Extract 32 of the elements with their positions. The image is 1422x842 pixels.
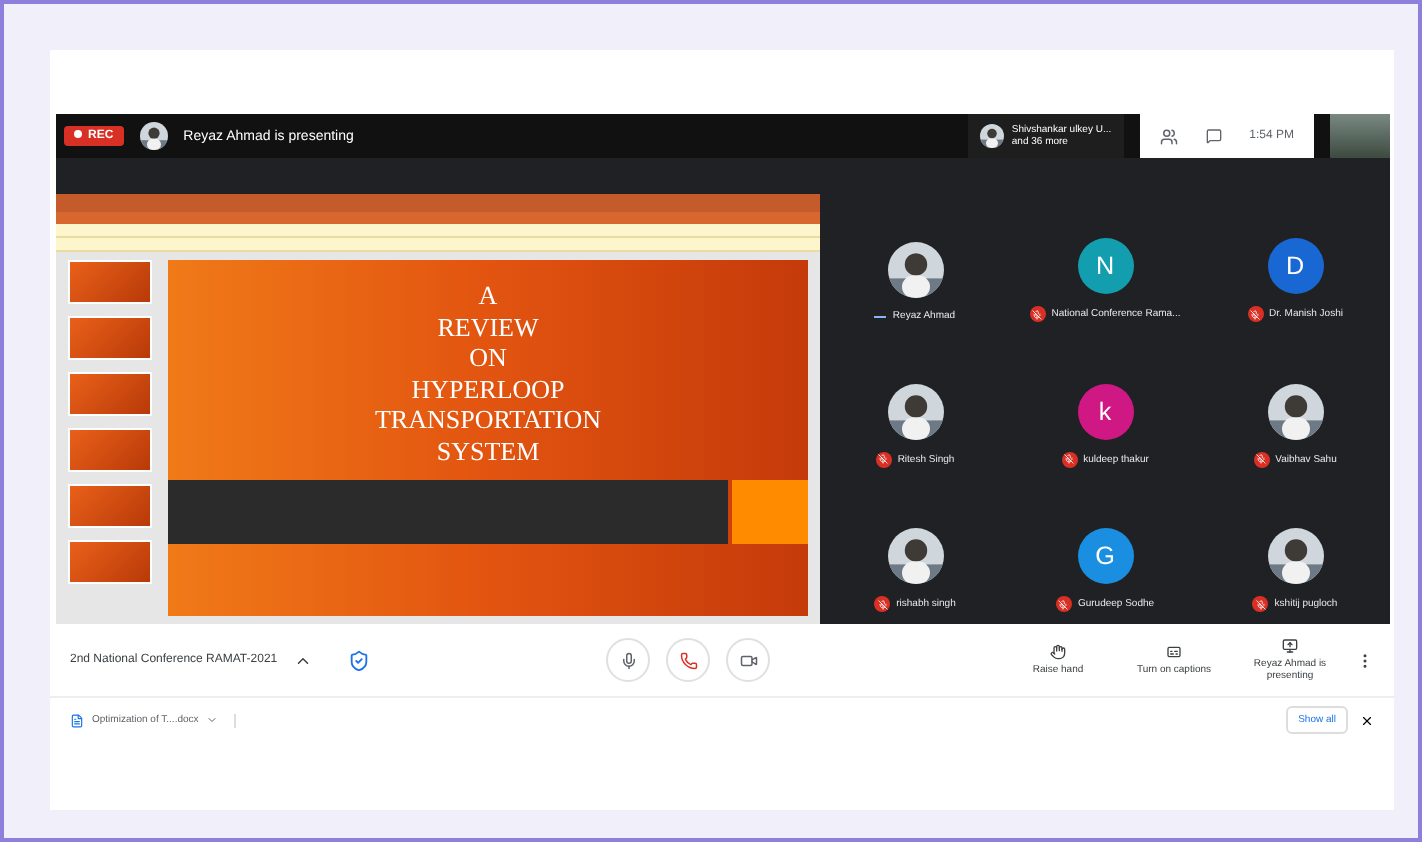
slide-thumbnail[interactable] [68,260,152,304]
document-icon [70,713,84,727]
avatar: k [1077,383,1133,440]
slide-title: TRANSPORTATION [374,404,602,436]
hang-up-button[interactable] [666,638,711,682]
close-icon[interactable] [1360,713,1374,727]
avatar: D [1267,238,1323,295]
slide-title: ON [469,342,507,374]
camera-button[interactable] [726,638,771,682]
phone-icon [679,651,698,669]
slide-title: HYPERLOOP [411,373,565,405]
avatar: G [1077,528,1133,584]
screen-share-icon [1282,638,1298,654]
slide-thumbnail[interactable] [68,372,152,416]
slide-thumbnail[interactable] [68,540,152,584]
slide-accent [732,479,808,544]
hand-icon [1050,644,1066,660]
camera-icon [739,651,758,669]
slide-thumbnail[interactable] [68,316,152,360]
slide-title: A [478,280,498,312]
avatar: N [1077,238,1133,295]
slide-title: REVIEW [437,311,539,343]
microphone-button[interactable] [606,638,651,682]
chat-icon[interactable] [1205,128,1222,144]
slide-thumbnail[interactable] [68,428,152,472]
shield-icon[interactable] [347,649,370,671]
people-icon[interactable] [1159,127,1178,145]
slide-thumbnail[interactable] [68,484,152,528]
slide-title: SYSTEM [436,435,540,468]
captions-icon [1166,644,1182,660]
chevron-down-icon [206,714,219,726]
microphone-icon [619,651,638,669]
